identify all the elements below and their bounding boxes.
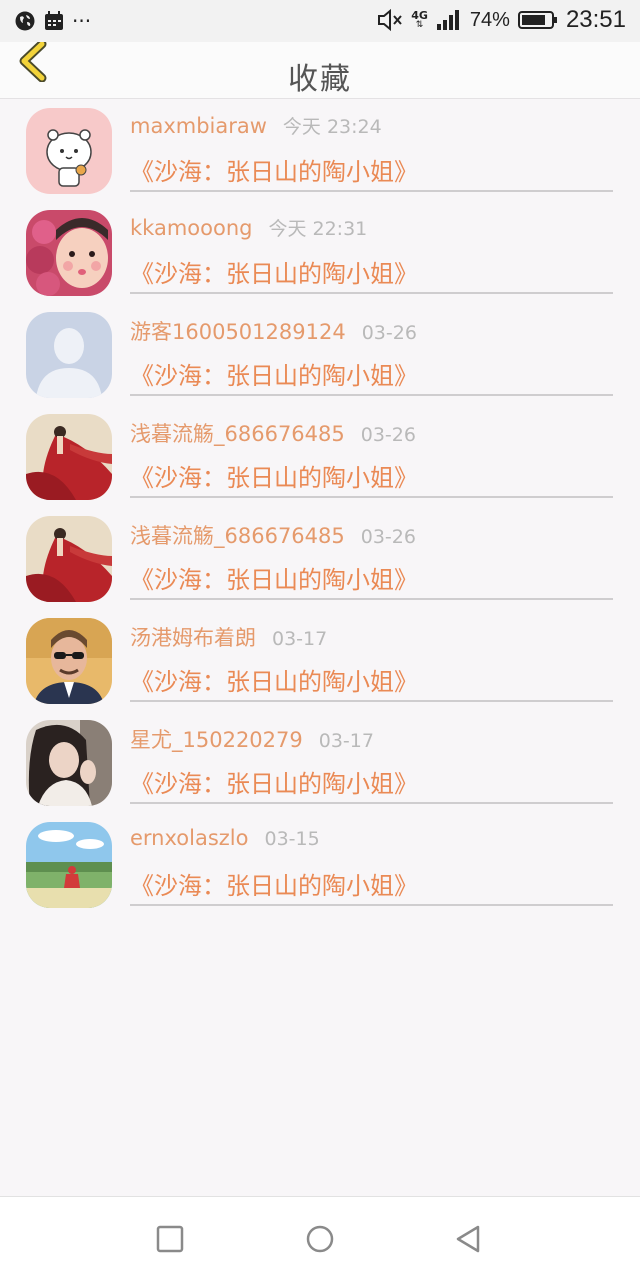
divider	[130, 292, 613, 294]
favorite-item[interactable]: 星尤_150220279 03-17 《沙海：张日山的陶小姐》	[0, 710, 640, 812]
favorite-meta: 汤港姆布着朗 03-17	[130, 622, 327, 652]
avatar-cartoon-bear	[26, 108, 112, 194]
system-navigation-bar	[0, 1196, 640, 1281]
favorite-meta: 浅暮流觞_686676485 03-26	[130, 418, 416, 448]
favorite-content[interactable]: 《沙海：张日山的陶小姐》	[130, 662, 418, 697]
divider	[130, 598, 613, 600]
avatar[interactable]	[26, 822, 112, 908]
avatar-red-dress-figure	[26, 516, 112, 602]
avatar[interactable]	[26, 516, 112, 602]
favorite-content[interactable]: 《沙海：张日山的陶小姐》	[130, 560, 418, 595]
favorite-time: 03-26	[360, 526, 416, 548]
favorite-time: 03-15	[264, 828, 320, 850]
favorite-time: 03-17	[272, 628, 328, 650]
status-left-icons: ···	[14, 9, 91, 33]
username[interactable]: kkamooong	[130, 216, 252, 240]
avatar-landscape-figure	[26, 822, 112, 908]
favorite-meta: 游客1600501289124 03-26	[130, 316, 417, 346]
recent-apps-button[interactable]	[154, 1223, 186, 1255]
avatar[interactable]	[26, 618, 112, 704]
battery-icon	[517, 11, 557, 29]
square-icon	[156, 1225, 184, 1253]
avatar-red-dress-figure	[26, 414, 112, 500]
favorite-time: 03-17	[318, 730, 374, 752]
more-notifications-indicator: ···	[72, 9, 92, 33]
favorite-meta: kkamooong 今天 22:31	[130, 214, 367, 241]
home-button[interactable]	[304, 1223, 336, 1255]
username[interactable]: 浅暮流觞_686676485	[130, 418, 345, 448]
username[interactable]: 星尤_150220279	[130, 724, 303, 754]
status-right-icons: 4G ⇅ 74% 23:51	[377, 6, 626, 34]
favorite-content[interactable]: 《沙海：张日山的陶小姐》	[130, 866, 418, 901]
favorite-item[interactable]: 游客1600501289124 03-26 《沙海：张日山的陶小姐》	[0, 302, 640, 404]
favorite-meta: 浅暮流觞_686676485 03-26	[130, 520, 416, 550]
page-title: 收藏	[288, 62, 352, 97]
favorite-item[interactable]: ernxolaszlo 03-15 《沙海：张日山的陶小姐》	[0, 812, 640, 914]
username[interactable]: 浅暮流觞_686676485	[130, 520, 345, 550]
favorite-content[interactable]: 《沙海：张日山的陶小姐》	[130, 458, 418, 493]
status-bar: ··· 4G ⇅ 74% 23:51	[0, 0, 640, 42]
avatar-default-person	[26, 312, 112, 398]
avatar[interactable]	[26, 414, 112, 500]
avatar-child-with-flowers	[26, 210, 112, 296]
favorite-content[interactable]: 《沙海：张日山的陶小姐》	[130, 152, 418, 187]
favorite-time: 今天 23:24	[282, 116, 382, 138]
circle-icon	[306, 1225, 334, 1253]
triangle-back-icon	[456, 1225, 480, 1253]
favorite-meta: ernxolaszlo 03-15	[130, 826, 320, 850]
battery-percent: 74%	[469, 8, 510, 31]
favorite-content[interactable]: 《沙海：张日山的陶小姐》	[130, 764, 418, 799]
username[interactable]: maxmbiaraw	[130, 114, 267, 138]
signal-icon	[436, 10, 459, 30]
favorite-item[interactable]: maxmbiaraw 今天 23:24 《沙海：张日山的陶小姐》	[0, 98, 640, 200]
divider	[130, 700, 613, 702]
favorite-content[interactable]: 《沙海：张日山的陶小姐》	[130, 254, 418, 289]
divider	[130, 190, 613, 192]
avatar[interactable]	[26, 108, 112, 194]
divider	[130, 394, 613, 396]
username[interactable]: ernxolaszlo	[130, 826, 248, 850]
favorite-time: 03-26	[361, 322, 417, 344]
avatar[interactable]	[26, 312, 112, 398]
avatar[interactable]	[26, 210, 112, 296]
back-nav-button[interactable]	[452, 1223, 484, 1255]
favorite-item[interactable]: kkamooong 今天 22:31 《沙海：张日山的陶小姐》	[0, 200, 640, 302]
divider	[130, 904, 613, 906]
favorite-content[interactable]: 《沙海：张日山的陶小姐》	[130, 356, 418, 391]
favorite-meta: 星尤_150220279 03-17	[130, 724, 374, 754]
avatar-man-with-sunglasses	[26, 618, 112, 704]
globe-icon	[15, 11, 35, 31]
username[interactable]: 游客1600501289124	[130, 316, 346, 346]
avatar-girl-portrait	[26, 720, 112, 806]
favorite-time: 今天 22:31	[268, 218, 368, 240]
favorite-item[interactable]: 浅暮流觞_686676485 03-26 《沙海：张日山的陶小姐》	[0, 404, 640, 506]
username[interactable]: 汤港姆布着朗	[130, 622, 256, 652]
network-type: 4G ⇅	[411, 9, 428, 30]
favorite-item[interactable]: 汤港姆布着朗 03-17 《沙海：张日山的陶小姐》	[0, 608, 640, 710]
clock: 23:51	[565, 6, 626, 33]
mute-icon	[378, 8, 402, 32]
app-header: 收藏	[0, 39, 640, 99]
divider	[130, 802, 613, 804]
favorite-item[interactable]: 浅暮流觞_686676485 03-26 《沙海：张日山的陶小姐》	[0, 506, 640, 608]
favorite-time: 03-26	[360, 424, 416, 446]
avatar[interactable]	[26, 720, 112, 806]
favorite-meta: maxmbiaraw 今天 23:24	[130, 112, 382, 139]
divider	[130, 496, 613, 498]
calendar-icon	[45, 11, 63, 30]
